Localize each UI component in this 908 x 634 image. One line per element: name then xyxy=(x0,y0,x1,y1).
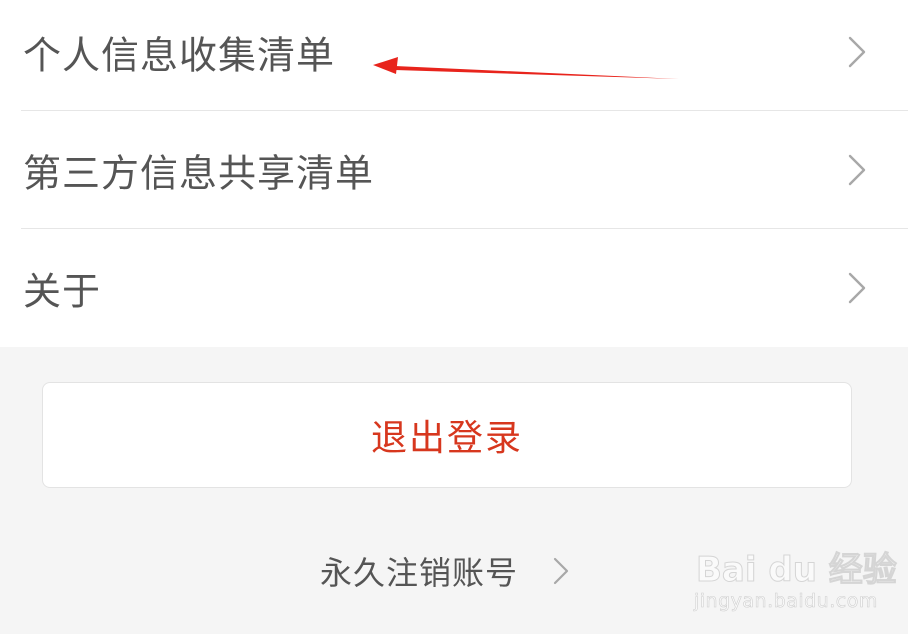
menu-item-label: 个人信息收集清单 xyxy=(23,33,336,78)
menu-item-about[interactable]: 关于 xyxy=(21,229,908,347)
chevron-right-icon xyxy=(553,557,569,585)
delete-account-link[interactable]: 永久注销账号 xyxy=(320,546,580,596)
watermark-logo: Bai du 经验 xyxy=(696,550,898,591)
delete-account-label: 永久注销账号 xyxy=(320,554,519,592)
menu-item-personal-info-list[interactable]: 个人信息收集清单 xyxy=(21,0,908,111)
chevron-right-icon xyxy=(848,272,866,304)
menu-item-label: 关于 xyxy=(23,269,102,314)
menu-item-third-party-share-list[interactable]: 第三方信息共享清单 xyxy=(21,111,908,229)
logout-button[interactable]: 退出登录 xyxy=(42,382,852,488)
settings-menu: 个人信息收集清单 第三方信息共享清单 关于 xyxy=(0,0,908,347)
chevron-right-icon xyxy=(848,154,866,185)
baidu-jingyan-watermark: Bai du 经验 jingyan.baidu.com xyxy=(694,540,898,620)
logout-label: 退出登录 xyxy=(370,418,523,459)
watermark-url: jingyan.baidu.com xyxy=(694,590,878,613)
menu-item-label: 第三方信息共享清单 xyxy=(23,151,375,195)
chevron-right-icon xyxy=(848,36,866,68)
